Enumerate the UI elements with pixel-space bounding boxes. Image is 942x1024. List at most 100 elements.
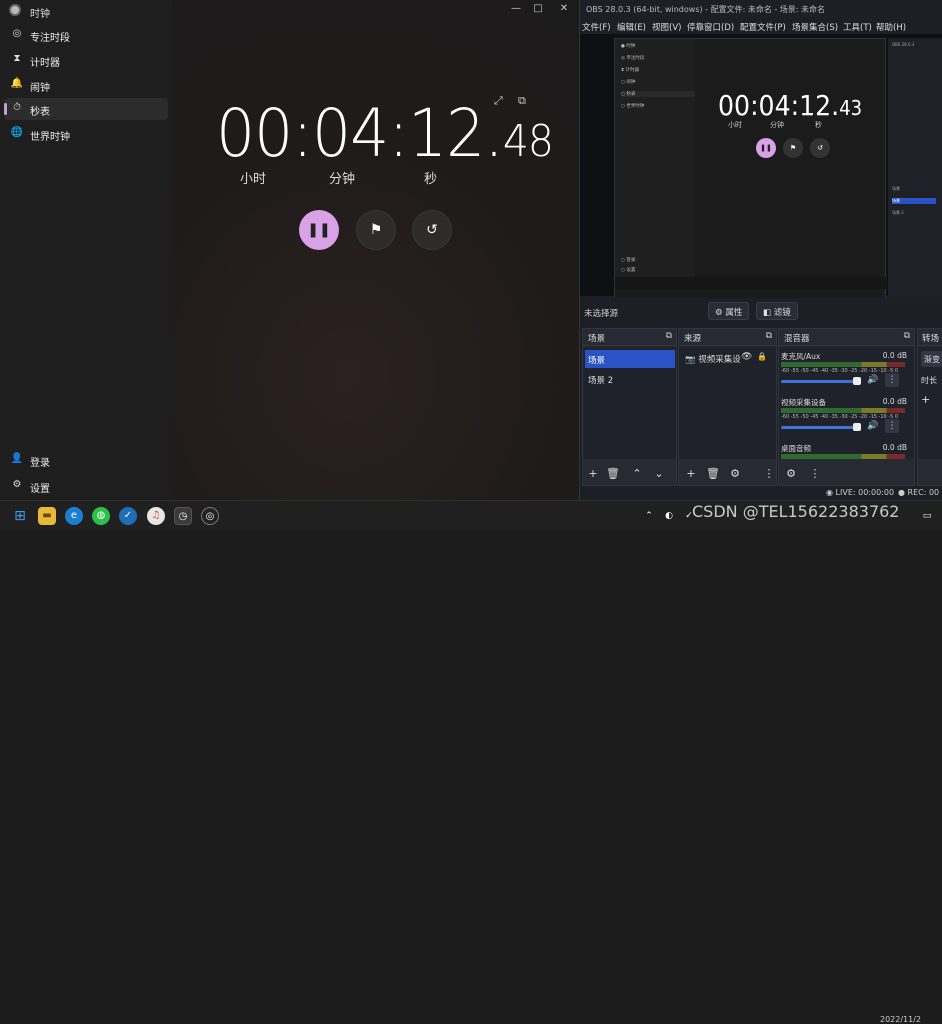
chevron-up-icon[interactable]: ⌃ (640, 507, 658, 525)
transitions-title: 转场 (922, 334, 940, 344)
mixer-menu-button[interactable]: ⋮ (807, 466, 823, 482)
mixer-track: 桌面音频 0.0 dB (781, 443, 909, 461)
music-app-icon[interactable]: ♫ (147, 507, 165, 525)
track-db: 0.0 dB (882, 351, 907, 360)
speaker-icon[interactable]: 🔊 (867, 421, 878, 431)
menu-tools[interactable]: 工具(T) (843, 21, 872, 33)
nav-item-world-clock[interactable]: 🌐 世界时钟 (4, 123, 168, 145)
live-status: ◉ LIVE: 00:00:00 (826, 488, 894, 497)
preview-sidebar: ● 时钟 ◎ 专注时段 ⧗ 计时器 ○ 闹钟 ○ 秒表 ○ 世界时钟 ○ 登录 … (615, 39, 695, 277)
no-source-selected: 未选择源 (584, 309, 619, 319)
undock-icon[interactable]: ⧉ (766, 331, 772, 341)
obs-title: OBS 28.0.3 (64-bit, windows) - 配置文件: 未命名… (586, 5, 826, 14)
properties-button[interactable]: ⚙ 属性 (708, 302, 750, 320)
track-db: 0.0 dB (882, 443, 907, 452)
lap-button[interactable]: ⚑ (356, 210, 396, 250)
person-icon: 👤 (10, 453, 24, 464)
preview-pause-icon: ❚❚ (756, 138, 776, 158)
move-up-button[interactable]: ⌃ (629, 466, 645, 482)
volume-slider[interactable] (781, 380, 861, 383)
preview-time-main: 00:04:12. (718, 89, 840, 122)
camera-icon: 📷 (685, 355, 699, 365)
clock-titlebar: 时钟 — □ ✕ (0, 0, 580, 22)
preview-nav: ○ 登录 (621, 258, 636, 263)
preview-unit: 分钟 (770, 121, 784, 129)
nav-label: 闹钟 (30, 83, 50, 94)
minimize-button[interactable]: — (506, 3, 526, 14)
app-icon[interactable]: ✓ (119, 507, 137, 525)
menu-help[interactable]: 帮助(H) (876, 21, 906, 33)
source-properties-button[interactable]: ⚙ (727, 466, 743, 482)
remove-scene-button[interactable]: 🗑 (605, 466, 621, 482)
rec-status: ● REC: 00 (898, 488, 939, 497)
volume-slider-handle[interactable] (853, 377, 861, 385)
obs-preview[interactable]: ● 时钟 ◎ 专注时段 ⧗ 计时器 ○ 闹钟 ○ 秒表 ○ 世界时钟 ○ 登录 … (580, 34, 942, 310)
nav-item-signin[interactable]: 👤 登录 (4, 449, 168, 471)
nav-item-focus[interactable]: ◎ 专注时段 (4, 24, 168, 46)
volume-slider[interactable] (781, 426, 861, 429)
track-menu-button[interactable]: ⋮ (885, 373, 899, 387)
volume-meter (781, 362, 905, 367)
scenes-footer: + 🗑 ⌃ ⌄ (583, 462, 676, 486)
reset-button[interactable]: ↺ (412, 210, 452, 250)
menu-edit[interactable]: 编辑(E) (617, 21, 646, 33)
scene-item[interactable]: 场景 2 (585, 370, 675, 388)
track-name: 视频采集设备 (781, 398, 826, 407)
eye-icon[interactable]: 👁 (741, 352, 752, 362)
gear-icon: ⚙ (12, 479, 22, 490)
audio-settings-button[interactable]: ⚙ (783, 466, 799, 482)
speaker-icon[interactable]: 🔊 (867, 375, 878, 385)
focus-icon: ◎ (12, 28, 22, 39)
transition-select[interactable]: 渐变 (921, 351, 942, 367)
preview-unit: 小时 (728, 121, 742, 129)
menu-docks[interactable]: 停靠窗口(D) (687, 21, 734, 33)
undock-icon[interactable]: ⧉ (666, 331, 672, 341)
windows-start-icon[interactable]: ⊞ (11, 507, 29, 525)
file-explorer-icon[interactable]: ▬ (38, 507, 56, 525)
sources-list: 📷 视频采集设 👁 🔒 (679, 347, 776, 459)
unit-seconds-label: 秒 (424, 172, 438, 187)
close-button[interactable]: ✕ (554, 3, 574, 14)
scenes-list: 场景 场景 2 (583, 347, 676, 459)
nav-item-settings[interactable]: ⚙ 设置 (4, 475, 168, 497)
source-name: 视频采集设 (698, 355, 741, 365)
menu-file[interactable]: 文件(F) (582, 21, 611, 33)
remove-source-button[interactable]: 🗑 (705, 466, 721, 482)
clock-taskbar-icon[interactable]: ◷ (174, 507, 192, 525)
duration-label: 时长 (921, 376, 937, 385)
wechat-icon[interactable]: ◍ (92, 507, 110, 525)
pause-button[interactable]: ❚❚ (299, 210, 339, 250)
clock-app-icon (9, 4, 21, 16)
add-transition-button[interactable]: + (921, 393, 930, 406)
add-source-button[interactable]: + (683, 466, 699, 482)
menu-profile[interactable]: 配置文件(P) (740, 21, 786, 33)
add-scene-button[interactable]: + (585, 466, 601, 482)
maximize-button[interactable]: □ (528, 3, 548, 14)
obs-statusbar: ◉ LIVE: 00:00:00 ● REC: 00 (580, 486, 942, 500)
menu-view[interactable]: 视图(V) (652, 21, 681, 33)
menu-scene-collection[interactable]: 场景集合(S) (792, 21, 838, 33)
nav-item-alarm[interactable]: 🔔 闹钟 (4, 74, 168, 96)
move-down-button[interactable]: ⌄ (651, 466, 667, 482)
volume-slider-handle[interactable] (853, 423, 861, 431)
filters-button[interactable]: ◧ 滤镜 (756, 302, 798, 320)
source-menu-button[interactable]: ⋮ (761, 466, 777, 482)
edge-browser-icon[interactable]: e (65, 507, 83, 525)
transitions-header: 转场 (918, 329, 942, 346)
scene-item[interactable]: 场景 (585, 350, 675, 368)
obs-taskbar-icon[interactable]: ◎ (201, 507, 219, 525)
preview-reset-icon: ↺ (810, 138, 830, 158)
mixer-list: 麦克风/Aux 0.0 dB -60 -55 -50 -45 -40 -35 -… (779, 347, 914, 459)
notification-icon[interactable]: ▭ (918, 507, 936, 525)
nav-item-timer[interactable]: ⧗ 计时器 (4, 49, 168, 71)
lock-icon[interactable]: 🔒 (757, 352, 767, 361)
taskbar-date: 2022/11/2 (880, 1015, 922, 1024)
track-menu-button[interactable]: ⋮ (885, 419, 899, 433)
undock-icon[interactable]: ⧉ (904, 331, 910, 341)
nav-item-stopwatch[interactable]: ⏱ 秒表 (4, 98, 168, 120)
tray-icon[interactable]: ◐ (660, 507, 678, 525)
preview-nav: ○ 闹钟 (621, 80, 636, 85)
active-indicator (4, 103, 7, 115)
unit-hours-label: 小时 (240, 172, 267, 187)
source-item[interactable]: 📷 视频采集设 (685, 353, 741, 365)
